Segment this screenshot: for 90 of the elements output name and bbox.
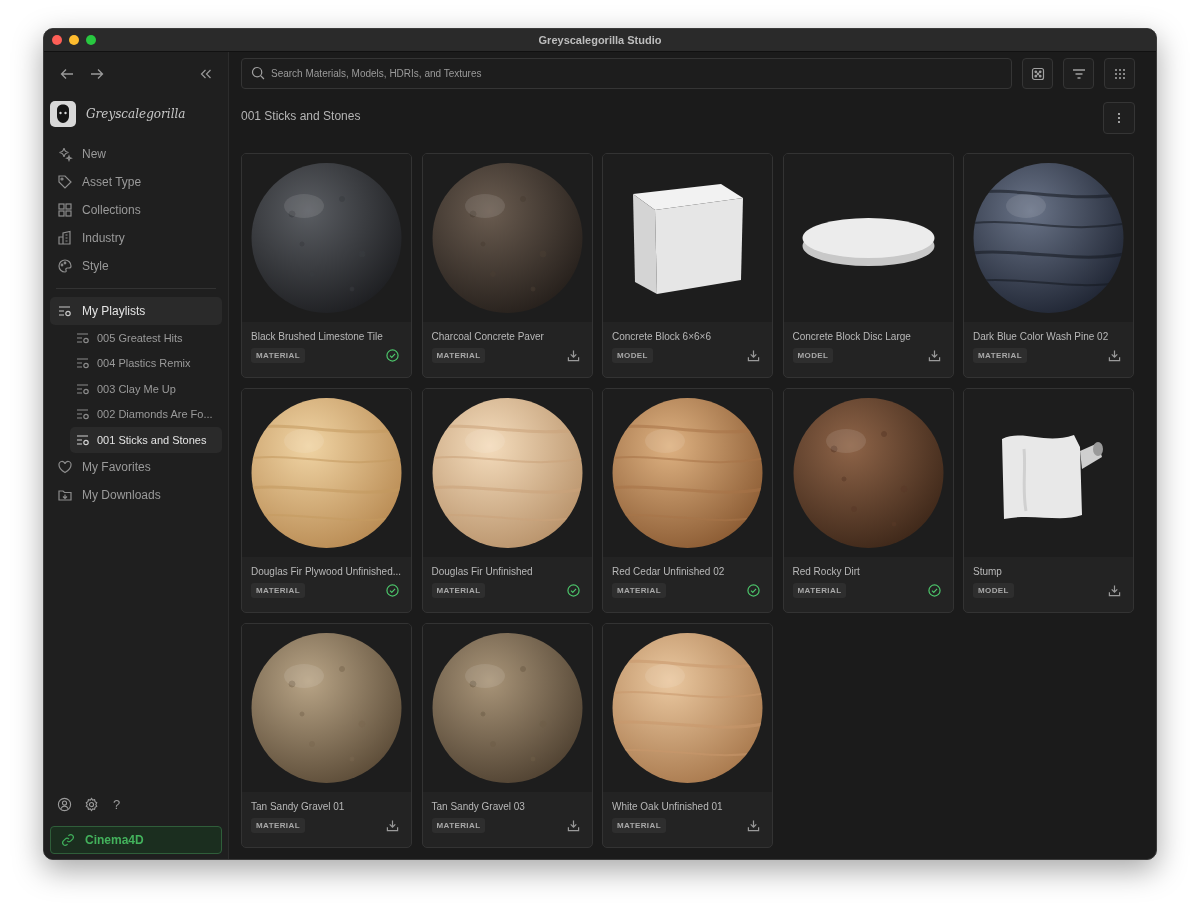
- playlists-item[interactable]: My Playlists: [50, 297, 222, 325]
- asset-card[interactable]: Charcoal Concrete Paver MATERIAL: [421, 153, 593, 378]
- asset-name: Charcoal Concrete Paver: [431, 331, 545, 342]
- download-icon[interactable]: [386, 819, 399, 832]
- asset-card[interactable]: Red Rocky Dirt MATERIAL: [782, 388, 954, 613]
- cinema4d-button[interactable]: Cinema4D: [50, 826, 222, 854]
- asset-card[interactable]: Douglas Fir Plywood Unfinished... MATERIAL: [241, 388, 412, 613]
- download-icon[interactable]: [566, 819, 580, 832]
- asset-type-tag: MODEL: [973, 583, 1014, 598]
- back-arrow-icon[interactable]: [60, 67, 74, 81]
- asset-type-tag: MATERIAL: [431, 818, 486, 833]
- logo-wordmark: Greyscalegorilla: [86, 107, 186, 121]
- sidebar-item[interactable]: My Downloads: [50, 480, 222, 509]
- tag-icon: [57, 174, 73, 190]
- sidebar-item[interactable]: Style: [50, 252, 222, 280]
- asset-name: Concrete Block Disc Large: [792, 331, 912, 342]
- search-field[interactable]: Search Materials, Models, HDRIs, and Textures: [241, 58, 1012, 89]
- asset-type-tag: MATERIAL: [431, 583, 486, 598]
- asset-name: Dark Blue Color Wash Pine 02: [973, 331, 1110, 342]
- sidebar-item[interactable]: New: [50, 140, 222, 168]
- asset-card[interactable]: Concrete Block 6×6×6 MODEL: [602, 153, 773, 378]
- sidebar-item[interactable]: Industry: [50, 224, 222, 252]
- random-button[interactable]: [1022, 58, 1053, 89]
- search-icon: [251, 66, 265, 80]
- asset-type-tag: MODEL: [792, 348, 834, 363]
- filter-button[interactable]: [1063, 58, 1094, 89]
- help-button[interactable]: ?: [111, 796, 123, 812]
- dots-grid-icon: [1113, 67, 1126, 80]
- account-icon[interactable]: [57, 796, 72, 812]
- page-title: 001 Sticks and Stones: [241, 109, 361, 123]
- asset-name: Douglas Fir Unfinished: [431, 566, 534, 577]
- asset-type-tag: MODEL: [612, 348, 653, 363]
- asset-type-tag: MATERIAL: [251, 583, 305, 598]
- building-icon: [57, 230, 73, 246]
- window-title: Greyscalegorilla Studio: [538, 34, 662, 46]
- asset-name: Red Cedar Unfinished 02: [612, 566, 726, 577]
- download-icon[interactable]: [927, 349, 941, 362]
- asset-name: White Oak Unfinished 01: [612, 801, 724, 812]
- playlist-item[interactable]: 002 Diamonds Are Fo...: [70, 401, 222, 427]
- asset-card[interactable]: White Oak Unfinished 01 MATERIAL: [602, 623, 773, 848]
- asset-type-tag: MATERIAL: [431, 348, 486, 363]
- playlist-item[interactable]: 001 Sticks and Stones: [70, 427, 222, 453]
- asset-type-tag: MATERIAL: [973, 348, 1027, 363]
- asset-name: Douglas Fir Plywood Unfinished...: [251, 566, 402, 577]
- link-icon: [61, 833, 75, 847]
- asset-name: Stump: [973, 566, 1003, 577]
- close-button[interactable]: [52, 35, 62, 45]
- forward-arrow-icon[interactable]: [90, 67, 104, 81]
- asset-type-tag: MATERIAL: [792, 583, 847, 598]
- playlist-icon: [57, 303, 73, 319]
- asset-card[interactable]: Tan Sandy Gravel 01 MATERIAL: [241, 623, 412, 848]
- collapse-icon[interactable]: [200, 69, 212, 79]
- asset-name: Tan Sandy Gravel 01: [251, 801, 346, 812]
- download-icon[interactable]: [747, 819, 760, 832]
- sidebar-item[interactable]: Collections: [50, 196, 222, 224]
- palette-icon: [57, 258, 73, 274]
- asset-name: Black Brushed Limestone Tile: [251, 331, 384, 342]
- minimize-button[interactable]: [69, 35, 79, 45]
- asset-name: Concrete Block 6×6×6: [612, 331, 712, 342]
- kebab-icon: [1117, 112, 1121, 124]
- asset-card[interactable]: Tan Sandy Gravel 03 MATERIAL: [421, 623, 593, 848]
- asset-name: Red Rocky Dirt: [792, 566, 861, 577]
- asset-type-tag: MATERIAL: [251, 348, 305, 363]
- asset-card[interactable]: Douglas Fir Unfinished MATERIAL: [421, 388, 593, 613]
- asset-card[interactable]: Concrete Block Disc Large MODEL: [782, 153, 954, 378]
- zoom-button[interactable]: [86, 35, 96, 45]
- dice-icon: [1030, 66, 1045, 81]
- asset-type-tag: MATERIAL: [612, 583, 666, 598]
- asset-card[interactable]: Dark Blue Color Wash Pine 02 MATERIAL: [963, 153, 1134, 378]
- playlist-item[interactable]: 004 Plastics Remix: [70, 350, 222, 376]
- filter-icon: [1071, 67, 1086, 80]
- grid-view-button[interactable]: [1104, 58, 1135, 89]
- asset-type-tag: MATERIAL: [612, 818, 666, 833]
- settings-icon[interactable]: [84, 796, 99, 812]
- sidebar-item[interactable]: My Favorites: [50, 452, 222, 481]
- asset-card[interactable]: Red Cedar Unfinished 02 MATERIAL: [602, 388, 773, 613]
- download-icon[interactable]: [1108, 584, 1121, 597]
- sparkle-icon: [57, 146, 73, 162]
- heart-icon: [57, 458, 73, 475]
- sidebar-item[interactable]: Asset Type: [50, 168, 222, 196]
- asset-card[interactable]: Black Brushed Limestone Tile MATERIAL: [241, 153, 412, 378]
- asset-type-tag: MATERIAL: [251, 818, 305, 833]
- asset-card[interactable]: Stump MODEL: [963, 388, 1134, 613]
- download-icon[interactable]: [1108, 349, 1121, 362]
- download-icon[interactable]: [566, 349, 580, 362]
- asset-name: Tan Sandy Gravel 03: [431, 801, 526, 812]
- grid-icon: [57, 202, 73, 218]
- playlist-item[interactable]: 005 Greatest Hits: [70, 325, 222, 351]
- playlist-item[interactable]: 003 Clay Me Up: [70, 376, 222, 402]
- download-icon[interactable]: [747, 349, 760, 362]
